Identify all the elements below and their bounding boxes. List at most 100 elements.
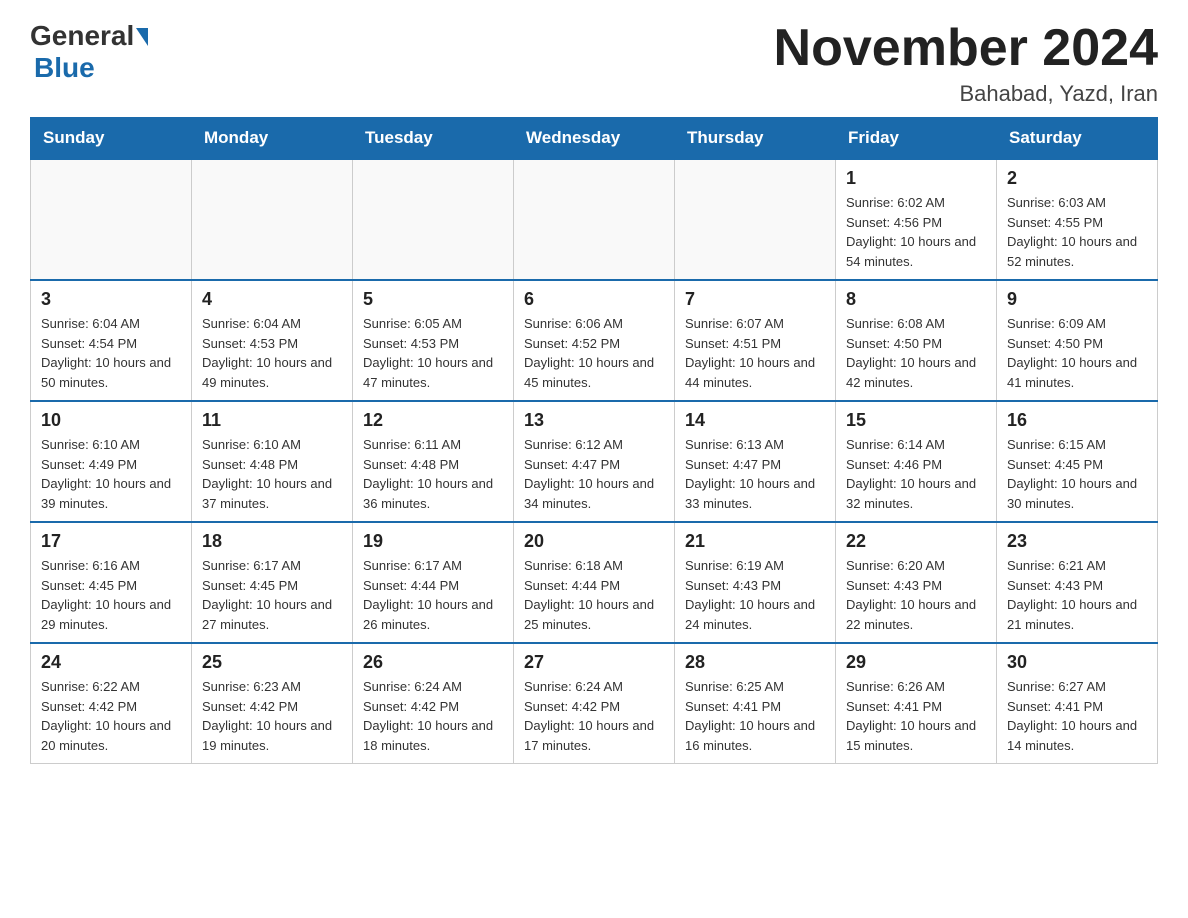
day-number: 10 (41, 410, 181, 431)
logo-general: General (30, 20, 134, 52)
day-info: Sunrise: 6:02 AMSunset: 4:56 PMDaylight:… (846, 193, 986, 271)
header-saturday: Saturday (997, 118, 1158, 160)
day-number: 11 (202, 410, 342, 431)
week-row-2: 3Sunrise: 6:04 AMSunset: 4:54 PMDaylight… (31, 280, 1158, 401)
header-sunday: Sunday (31, 118, 192, 160)
day-cell: 11 Sunrise: 6:10 AMSunset: 4:48 PMDayligh… (192, 401, 353, 522)
day-cell: 4 Sunrise: 6:04 AMSunset: 4:53 PMDaylight… (192, 280, 353, 401)
day-cell: 28 Sunrise: 6:25 AMSunset: 4:41 PMDayligh… (675, 643, 836, 764)
day-cell: 5 Sunrise: 6:05 AMSunset: 4:53 PMDaylight… (353, 280, 514, 401)
day-info: Sunrise: 6:27 AMSunset: 4:41 PMDaylight:… (1007, 677, 1147, 755)
day-info: Sunrise: 6:16 AMSunset: 4:45 PMDaylight:… (41, 556, 181, 634)
day-info: Sunrise: 6:11 AMSunset: 4:48 PMDaylight:… (363, 435, 503, 513)
day-info: Sunrise: 6:04 AMSunset: 4:53 PMDaylight:… (202, 314, 342, 392)
day-info: Sunrise: 6:25 AMSunset: 4:41 PMDaylight:… (685, 677, 825, 755)
day-info: Sunrise: 6:10 AMSunset: 4:48 PMDaylight:… (202, 435, 342, 513)
day-cell: 14Sunrise: 6:13 AMSunset: 4:47 PMDayligh… (675, 401, 836, 522)
day-number: 26 (363, 652, 503, 673)
day-cell: 7 Sunrise: 6:07 AMSunset: 4:51 PMDaylight… (675, 280, 836, 401)
day-cell: 26 Sunrise: 6:24 AMSunset: 4:42 PMDayligh… (353, 643, 514, 764)
day-number: 19 (363, 531, 503, 552)
page-header: General Blue November 2024 Bahabad, Yazd… (30, 20, 1158, 107)
day-number: 22 (846, 531, 986, 552)
location-subtitle: Bahabad, Yazd, Iran (774, 81, 1158, 107)
day-info: Sunrise: 6:14 AMSunset: 4:46 PMDaylight:… (846, 435, 986, 513)
logo-text: General (30, 20, 148, 52)
logo: General Blue (30, 20, 148, 84)
day-cell (31, 159, 192, 280)
day-cell: 2 Sunrise: 6:03 AMSunset: 4:55 PMDaylight… (997, 159, 1158, 280)
day-cell: 20Sunrise: 6:18 AMSunset: 4:44 PMDayligh… (514, 522, 675, 643)
day-number: 23 (1007, 531, 1147, 552)
day-info: Sunrise: 6:03 AMSunset: 4:55 PMDaylight:… (1007, 193, 1147, 271)
day-number: 16 (1007, 410, 1147, 431)
logo-blue-text: Blue (32, 52, 95, 84)
day-info: Sunrise: 6:05 AMSunset: 4:53 PMDaylight:… (363, 314, 503, 392)
day-cell (353, 159, 514, 280)
day-number: 13 (524, 410, 664, 431)
day-number: 8 (846, 289, 986, 310)
day-number: 6 (524, 289, 664, 310)
day-number: 5 (363, 289, 503, 310)
day-number: 12 (363, 410, 503, 431)
day-number: 4 (202, 289, 342, 310)
day-info: Sunrise: 6:20 AMSunset: 4:43 PMDaylight:… (846, 556, 986, 634)
calendar-table: Sunday Monday Tuesday Wednesday Thursday… (30, 117, 1158, 764)
day-number: 1 (846, 168, 986, 189)
day-cell: 24 Sunrise: 6:22 AMSunset: 4:42 PMDayligh… (31, 643, 192, 764)
week-row-5: 24 Sunrise: 6:22 AMSunset: 4:42 PMDayligh… (31, 643, 1158, 764)
day-info: Sunrise: 6:15 AMSunset: 4:45 PMDaylight:… (1007, 435, 1147, 513)
week-row-1: 1 Sunrise: 6:02 AMSunset: 4:56 PMDaylight… (31, 159, 1158, 280)
day-number: 25 (202, 652, 342, 673)
day-number: 29 (846, 652, 986, 673)
day-info: Sunrise: 6:24 AMSunset: 4:42 PMDaylight:… (363, 677, 503, 755)
day-cell: 8 Sunrise: 6:08 AMSunset: 4:50 PMDaylight… (836, 280, 997, 401)
day-cell: 18Sunrise: 6:17 AMSunset: 4:45 PMDayligh… (192, 522, 353, 643)
day-number: 28 (685, 652, 825, 673)
day-cell (675, 159, 836, 280)
day-info: Sunrise: 6:22 AMSunset: 4:42 PMDaylight:… (41, 677, 181, 755)
day-info: Sunrise: 6:17 AMSunset: 4:45 PMDaylight:… (202, 556, 342, 634)
day-cell: 13 Sunrise: 6:12 AMSunset: 4:47 PMDayligh… (514, 401, 675, 522)
day-info: Sunrise: 6:09 AMSunset: 4:50 PMDaylight:… (1007, 314, 1147, 392)
day-info: Sunrise: 6:12 AMSunset: 4:47 PMDaylight:… (524, 435, 664, 513)
day-number: 15 (846, 410, 986, 431)
day-number: 20 (524, 531, 664, 552)
day-number: 2 (1007, 168, 1147, 189)
day-info: Sunrise: 6:13 AMSunset: 4:47 PMDaylight:… (685, 435, 825, 513)
day-info: Sunrise: 6:26 AMSunset: 4:41 PMDaylight:… (846, 677, 986, 755)
day-cell: 1 Sunrise: 6:02 AMSunset: 4:56 PMDaylight… (836, 159, 997, 280)
month-title: November 2024 (774, 20, 1158, 77)
header-tuesday: Tuesday (353, 118, 514, 160)
day-cell: 27Sunrise: 6:24 AMSunset: 4:42 PMDayligh… (514, 643, 675, 764)
day-cell: 15 Sunrise: 6:14 AMSunset: 4:46 PMDayligh… (836, 401, 997, 522)
day-cell (192, 159, 353, 280)
day-cell: 3Sunrise: 6:04 AMSunset: 4:54 PMDaylight… (31, 280, 192, 401)
week-row-3: 10Sunrise: 6:10 AMSunset: 4:49 PMDayligh… (31, 401, 1158, 522)
day-info: Sunrise: 6:21 AMSunset: 4:43 PMDaylight:… (1007, 556, 1147, 634)
day-info: Sunrise: 6:08 AMSunset: 4:50 PMDaylight:… (846, 314, 986, 392)
day-cell: 22 Sunrise: 6:20 AMSunset: 4:43 PMDayligh… (836, 522, 997, 643)
weekday-header-row: Sunday Monday Tuesday Wednesday Thursday… (31, 118, 1158, 160)
title-area: November 2024 Bahabad, Yazd, Iran (774, 20, 1158, 107)
day-cell: 19Sunrise: 6:17 AMSunset: 4:44 PMDayligh… (353, 522, 514, 643)
header-monday: Monday (192, 118, 353, 160)
day-number: 30 (1007, 652, 1147, 673)
day-number: 17 (41, 531, 181, 552)
day-info: Sunrise: 6:06 AMSunset: 4:52 PMDaylight:… (524, 314, 664, 392)
week-row-4: 17 Sunrise: 6:16 AMSunset: 4:45 PMDayligh… (31, 522, 1158, 643)
day-cell: 23 Sunrise: 6:21 AMSunset: 4:43 PMDayligh… (997, 522, 1158, 643)
day-cell: 10Sunrise: 6:10 AMSunset: 4:49 PMDayligh… (31, 401, 192, 522)
day-cell: 16 Sunrise: 6:15 AMSunset: 4:45 PMDayligh… (997, 401, 1158, 522)
day-number: 7 (685, 289, 825, 310)
logo-arrow-icon (136, 28, 148, 46)
day-number: 27 (524, 652, 664, 673)
header-wednesday: Wednesday (514, 118, 675, 160)
day-number: 24 (41, 652, 181, 673)
day-info: Sunrise: 6:07 AMSunset: 4:51 PMDaylight:… (685, 314, 825, 392)
day-cell: 6 Sunrise: 6:06 AMSunset: 4:52 PMDaylight… (514, 280, 675, 401)
day-cell: 29 Sunrise: 6:26 AMSunset: 4:41 PMDayligh… (836, 643, 997, 764)
day-info: Sunrise: 6:23 AMSunset: 4:42 PMDaylight:… (202, 677, 342, 755)
day-cell: 30 Sunrise: 6:27 AMSunset: 4:41 PMDayligh… (997, 643, 1158, 764)
day-number: 9 (1007, 289, 1147, 310)
